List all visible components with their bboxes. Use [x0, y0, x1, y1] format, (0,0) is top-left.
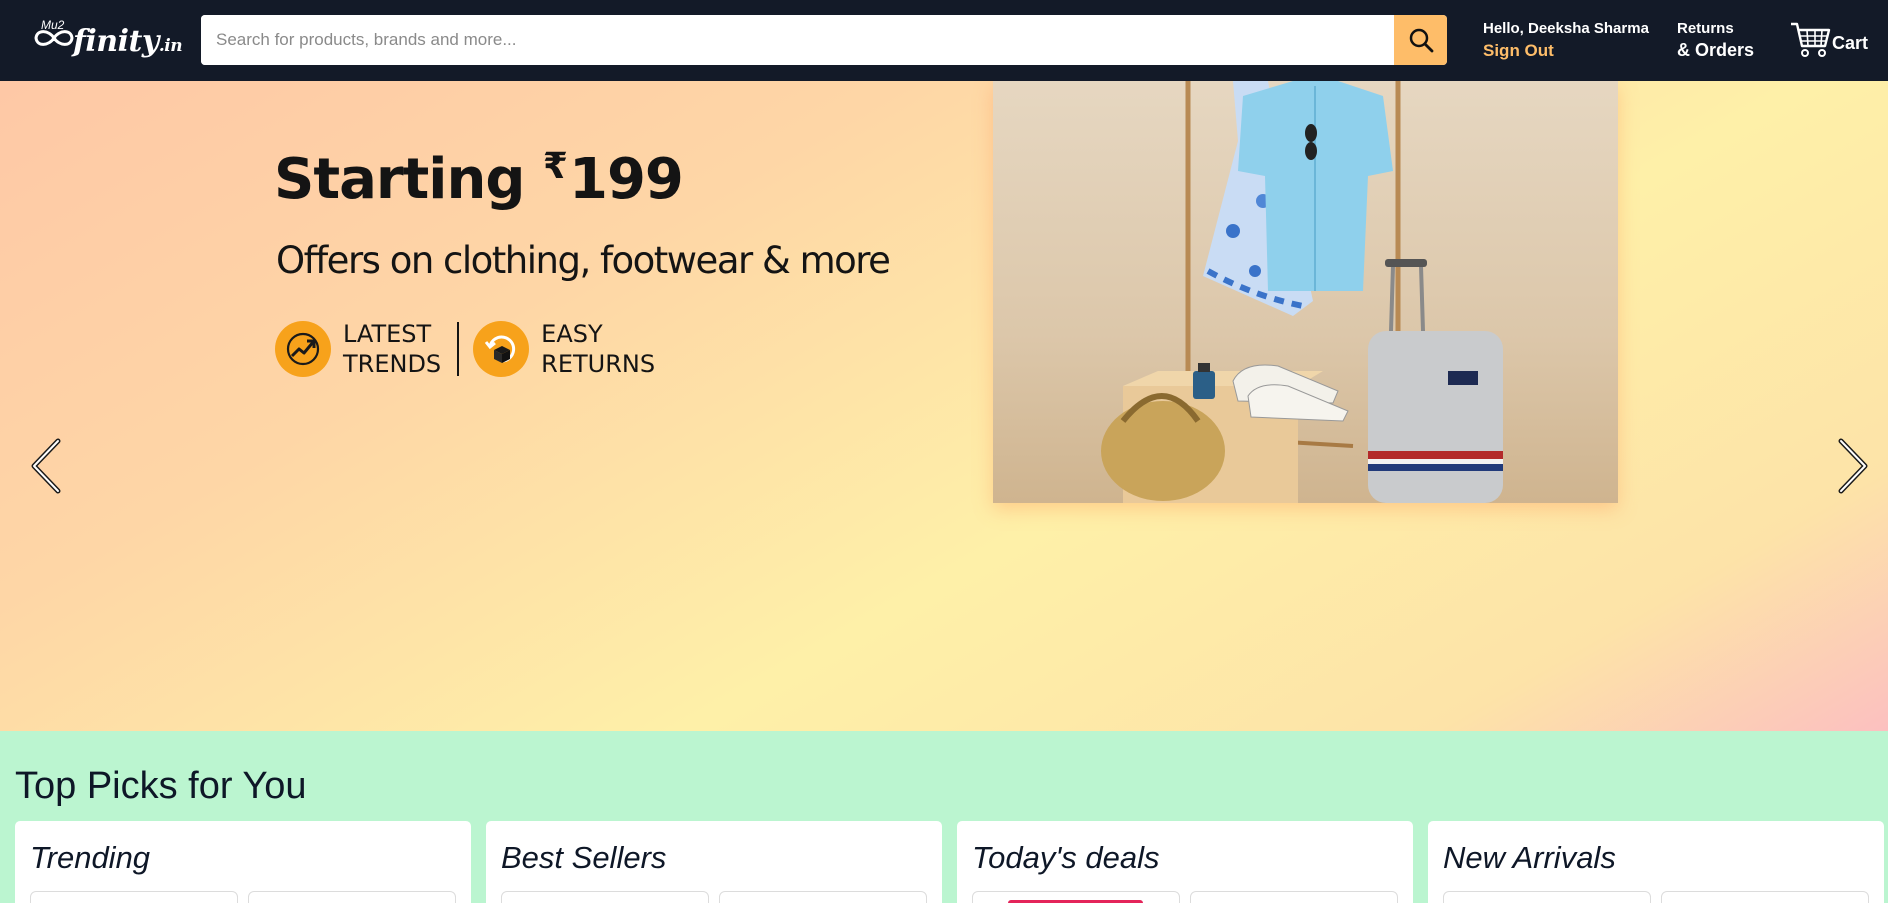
product-thumbnail[interactable] — [1443, 891, 1651, 903]
cart-label: Cart — [1832, 33, 1869, 53]
badge-easy: EASY — [541, 320, 603, 348]
card-title: New Arrivals — [1443, 840, 1616, 875]
hero-subtitle: Offers on clothing, footwear & more — [276, 239, 891, 282]
logo-domain: .in — [158, 36, 183, 56]
product-thumbnail[interactable] — [972, 891, 1180, 903]
hero-title: Starting ₹199 — [274, 146, 684, 212]
card-title: Trending — [30, 840, 151, 875]
product-thumbnail[interactable] — [1661, 891, 1869, 903]
pick-card-todays-deals[interactable]: Today's deals — [957, 821, 1413, 903]
pick-card-trending[interactable]: Trending — [15, 821, 471, 903]
card-title: Today's deals — [972, 840, 1160, 875]
top-picks-section: Top Picks for You Trending Best Sellers … — [0, 731, 1888, 903]
logo-wordmark: finity — [73, 24, 159, 59]
account-greeting: Hello, Deeksha Sharma — [1483, 20, 1649, 37]
search-icon — [1409, 28, 1433, 53]
product-thumbnail[interactable] — [30, 891, 238, 903]
trend-icon — [275, 321, 331, 377]
hero-carousel: Starting ₹199 Offers on clothing, footwe… — [0, 81, 1888, 731]
product-thumbnail[interactable] — [248, 891, 456, 903]
return-box-icon — [473, 321, 530, 377]
badge-trends: TRENDS — [343, 350, 442, 378]
returns-orders-link[interactable]: Returns & Orders — [1677, 20, 1754, 61]
search-input[interactable] — [201, 15, 1394, 65]
hero-badges: LATEST TRENDS EASY RETURNS — [275, 319, 655, 379]
top-picks-title: Top Picks for You — [15, 765, 307, 807]
site-logo[interactable]: Mu2 finity.in — [33, 18, 183, 62]
hero-product-image[interactable] — [993, 81, 1618, 503]
account-menu[interactable]: Hello, Deeksha Sharma Sign Out — [1483, 20, 1649, 61]
badge-returns: RETURNS — [541, 350, 656, 378]
cart-button[interactable]: Cart — [1789, 20, 1868, 58]
top-navbar: Mu2 finity.in Hello, Deeksha Sharma Sign… — [0, 0, 1888, 81]
pick-card-new-arrivals[interactable]: New Arrivals — [1428, 821, 1884, 903]
search-bar — [201, 15, 1447, 65]
product-thumbnail[interactable] — [501, 891, 709, 903]
currency-symbol: ₹ — [542, 146, 568, 187]
search-button[interactable] — [1394, 15, 1447, 65]
infinity-logo-icon — [34, 30, 74, 46]
chevron-left-icon — [31, 438, 61, 494]
hero-title-prefix: Starting — [274, 147, 543, 212]
chevron-right-icon — [1838, 438, 1868, 494]
carousel-prev-button[interactable] — [28, 437, 68, 495]
returns-label: Returns — [1677, 20, 1734, 37]
hero-price: 199 — [568, 147, 684, 212]
pick-card-best-sellers[interactable]: Best Sellers — [486, 821, 942, 903]
card-title: Best Sellers — [501, 840, 667, 875]
carousel-next-button[interactable] — [1831, 437, 1871, 495]
orders-label: & Orders — [1677, 40, 1755, 60]
badge-latest: LATEST — [343, 320, 432, 348]
cart-icon — [1791, 22, 1831, 57]
product-thumbnail[interactable] — [719, 891, 927, 903]
sign-out-link[interactable]: Sign Out — [1483, 41, 1649, 61]
product-thumbnail[interactable] — [1190, 891, 1398, 903]
badge-divider — [457, 322, 460, 376]
